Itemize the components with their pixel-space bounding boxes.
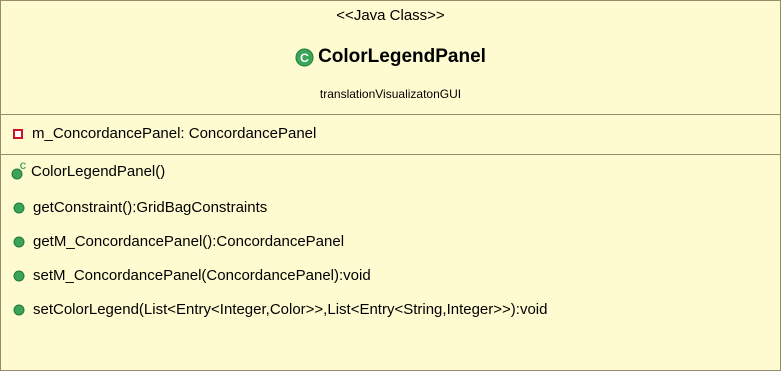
svg-text:C: C <box>20 161 27 171</box>
private-field-icon <box>13 128 23 139</box>
class-name: ColorLegendPanel <box>318 46 486 67</box>
operation-text: setM_ConcordancePanel(ConcordancePanel):… <box>33 267 371 284</box>
operation-text: setColorLegend(List<Entry<Integer,Color>… <box>33 301 548 318</box>
class-header: <<Java Class>> C ColorLegendPanel transl… <box>1 1 780 115</box>
java-class-icon: C <box>295 47 314 67</box>
operation-text: getM_ConcordancePanel():ConcordancePanel <box>33 233 345 250</box>
svg-text:C: C <box>300 50 309 64</box>
class-name-row: C ColorLegendPanel <box>1 46 780 68</box>
constructor-icon: C <box>11 161 27 180</box>
attributes-compartment: m_ConcordancePanel: ConcordancePanel <box>1 115 780 155</box>
public-method-icon <box>13 270 25 281</box>
public-method-icon <box>13 236 25 247</box>
attribute-text: m_ConcordancePanel: ConcordancePanel <box>32 125 317 142</box>
operation-row: setM_ConcordancePanel(ConcordancePanel):… <box>13 267 371 284</box>
operation-row: setColorLegend(List<Entry<Integer,Color>… <box>13 301 547 318</box>
uml-class-box: <<Java Class>> C ColorLegendPanel transl… <box>0 0 781 371</box>
operation-row: getConstraint():GridBagConstraints <box>13 199 267 216</box>
operations-compartment: C ColorLegendPanel() getConstraint():Gri… <box>1 155 780 370</box>
operation-text: ColorLegendPanel() <box>31 162 166 180</box>
package-name: translationVisualizatonGUI <box>319 87 462 101</box>
public-method-icon <box>13 202 25 213</box>
operation-row: C ColorLegendPanel() <box>11 161 165 181</box>
attribute-row: m_ConcordancePanel: ConcordancePanel <box>13 125 316 142</box>
stereotype-label: <<Java Class>> <box>336 7 445 24</box>
public-method-icon <box>13 304 25 315</box>
operation-row: getM_ConcordancePanel():ConcordancePanel <box>13 233 344 250</box>
operation-text: getConstraint():GridBagConstraints <box>33 199 268 216</box>
